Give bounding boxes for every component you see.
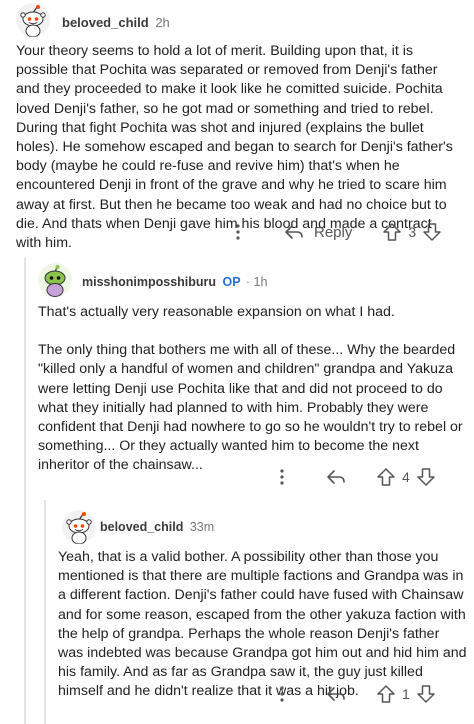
timestamp: 33m xyxy=(189,520,215,534)
upvote-icon[interactable] xyxy=(382,222,402,242)
more-options-icon[interactable] xyxy=(272,686,292,702)
avatar[interactable] xyxy=(62,510,96,544)
vote-control: 4 xyxy=(376,467,436,487)
comment-paragraph: The only thing that bothers me with all … xyxy=(38,342,463,474)
upvote-icon[interactable] xyxy=(376,684,396,704)
comment-meta: beloved_child 2h xyxy=(62,15,170,30)
comment: misshonimposshiburu OP · 1h That's actua… xyxy=(36,255,474,495)
downvote-icon[interactable] xyxy=(422,222,442,242)
snoo-avatar-icon xyxy=(16,3,50,37)
reply-button[interactable] xyxy=(326,469,346,485)
comment-meta: beloved_child 33m xyxy=(100,520,214,534)
more-options-icon[interactable] xyxy=(272,469,292,485)
comment: beloved_child 2h Your theory seems to ho… xyxy=(0,0,474,251)
reply-icon xyxy=(285,225,303,239)
vote-count: 1 xyxy=(402,686,410,702)
vote-control: 1 xyxy=(376,684,436,704)
comment-body: That's actually very reasonable expansio… xyxy=(38,303,468,476)
comment-meta: misshonimposshiburu OP · 1h xyxy=(82,275,267,289)
comment: beloved_child 33m Yeah, that is a valid … xyxy=(56,505,474,724)
snoo-avatar-icon xyxy=(62,510,96,544)
vote-control: 3 xyxy=(382,222,442,242)
avatar[interactable] xyxy=(38,263,72,297)
snoo-avatar-icon xyxy=(38,263,72,297)
reply-button[interactable] xyxy=(326,686,346,702)
upvote-icon[interactable] xyxy=(376,467,396,487)
separator: · xyxy=(245,275,251,289)
thread-line[interactable] xyxy=(44,500,46,724)
more-options-icon[interactable] xyxy=(228,224,248,240)
username[interactable]: beloved_child xyxy=(100,520,183,534)
comment-actions: 1 xyxy=(272,679,472,709)
username[interactable]: misshonimposshiburu xyxy=(82,275,216,289)
downvote-icon[interactable] xyxy=(416,467,436,487)
reply-button[interactable]: Reply xyxy=(284,224,352,241)
timestamp: 1h xyxy=(253,275,268,289)
comment-paragraph: That's actually very reasonable expansio… xyxy=(38,304,395,320)
comment-actions: 4 xyxy=(272,462,472,492)
timestamp: 2h xyxy=(155,15,170,30)
reply-icon xyxy=(327,470,345,484)
vote-count: 3 xyxy=(408,224,417,240)
downvote-icon[interactable] xyxy=(416,684,436,704)
op-badge: OP xyxy=(222,275,241,289)
reply-label: Reply xyxy=(314,223,353,241)
username[interactable]: beloved_child xyxy=(62,15,149,30)
avatar[interactable] xyxy=(16,3,50,37)
thread-line[interactable] xyxy=(24,258,26,724)
vote-count: 4 xyxy=(402,469,410,485)
reply-icon xyxy=(327,687,345,701)
comment-actions: Reply 3 xyxy=(228,217,464,247)
